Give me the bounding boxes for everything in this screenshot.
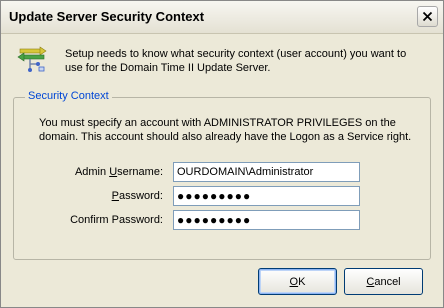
intro-text: Setup needs to know what security contex… — [65, 48, 407, 74]
group-description: You must specify an account with ADMINIS… — [39, 117, 412, 143]
username-label-part: sername: — [117, 166, 163, 178]
cancel-label: ancel — [374, 275, 401, 288]
confirm-password-field[interactable]: ●●●●●●●●● — [173, 210, 360, 230]
confirm-password-label: Confirm Password: — [70, 214, 163, 226]
ok-label-accel: O — [289, 275, 299, 288]
close-icon — [422, 11, 433, 22]
password-label-part: assword: — [118, 190, 163, 202]
group-legend: Security Context — [25, 90, 112, 102]
ok-label: K — [298, 275, 306, 288]
username-label: Admin Username: — [23, 166, 163, 178]
close-button[interactable] — [417, 6, 438, 27]
password-label: Password: — [23, 190, 163, 202]
username-label-accel: U — [109, 166, 118, 178]
username-label-part: Admin — [74, 166, 110, 178]
dialog-window: Update Server Security Context Setup nee… — [0, 0, 444, 308]
window-title: Update Server Security Context — [9, 9, 205, 24]
password-label-accel: P — [111, 190, 119, 202]
username-field[interactable]: OURDOMAIN\Administrator — [173, 162, 360, 182]
title-bar[interactable]: Update Server Security Context — [1, 1, 443, 34]
ok-button[interactable]: OK — [258, 268, 337, 295]
password-field[interactable]: ●●●●●●●●● — [173, 186, 360, 206]
network-sync-icon — [17, 46, 47, 72]
cancel-button[interactable]: Cancel — [344, 268, 423, 295]
cancel-label-accel: C — [366, 275, 375, 288]
